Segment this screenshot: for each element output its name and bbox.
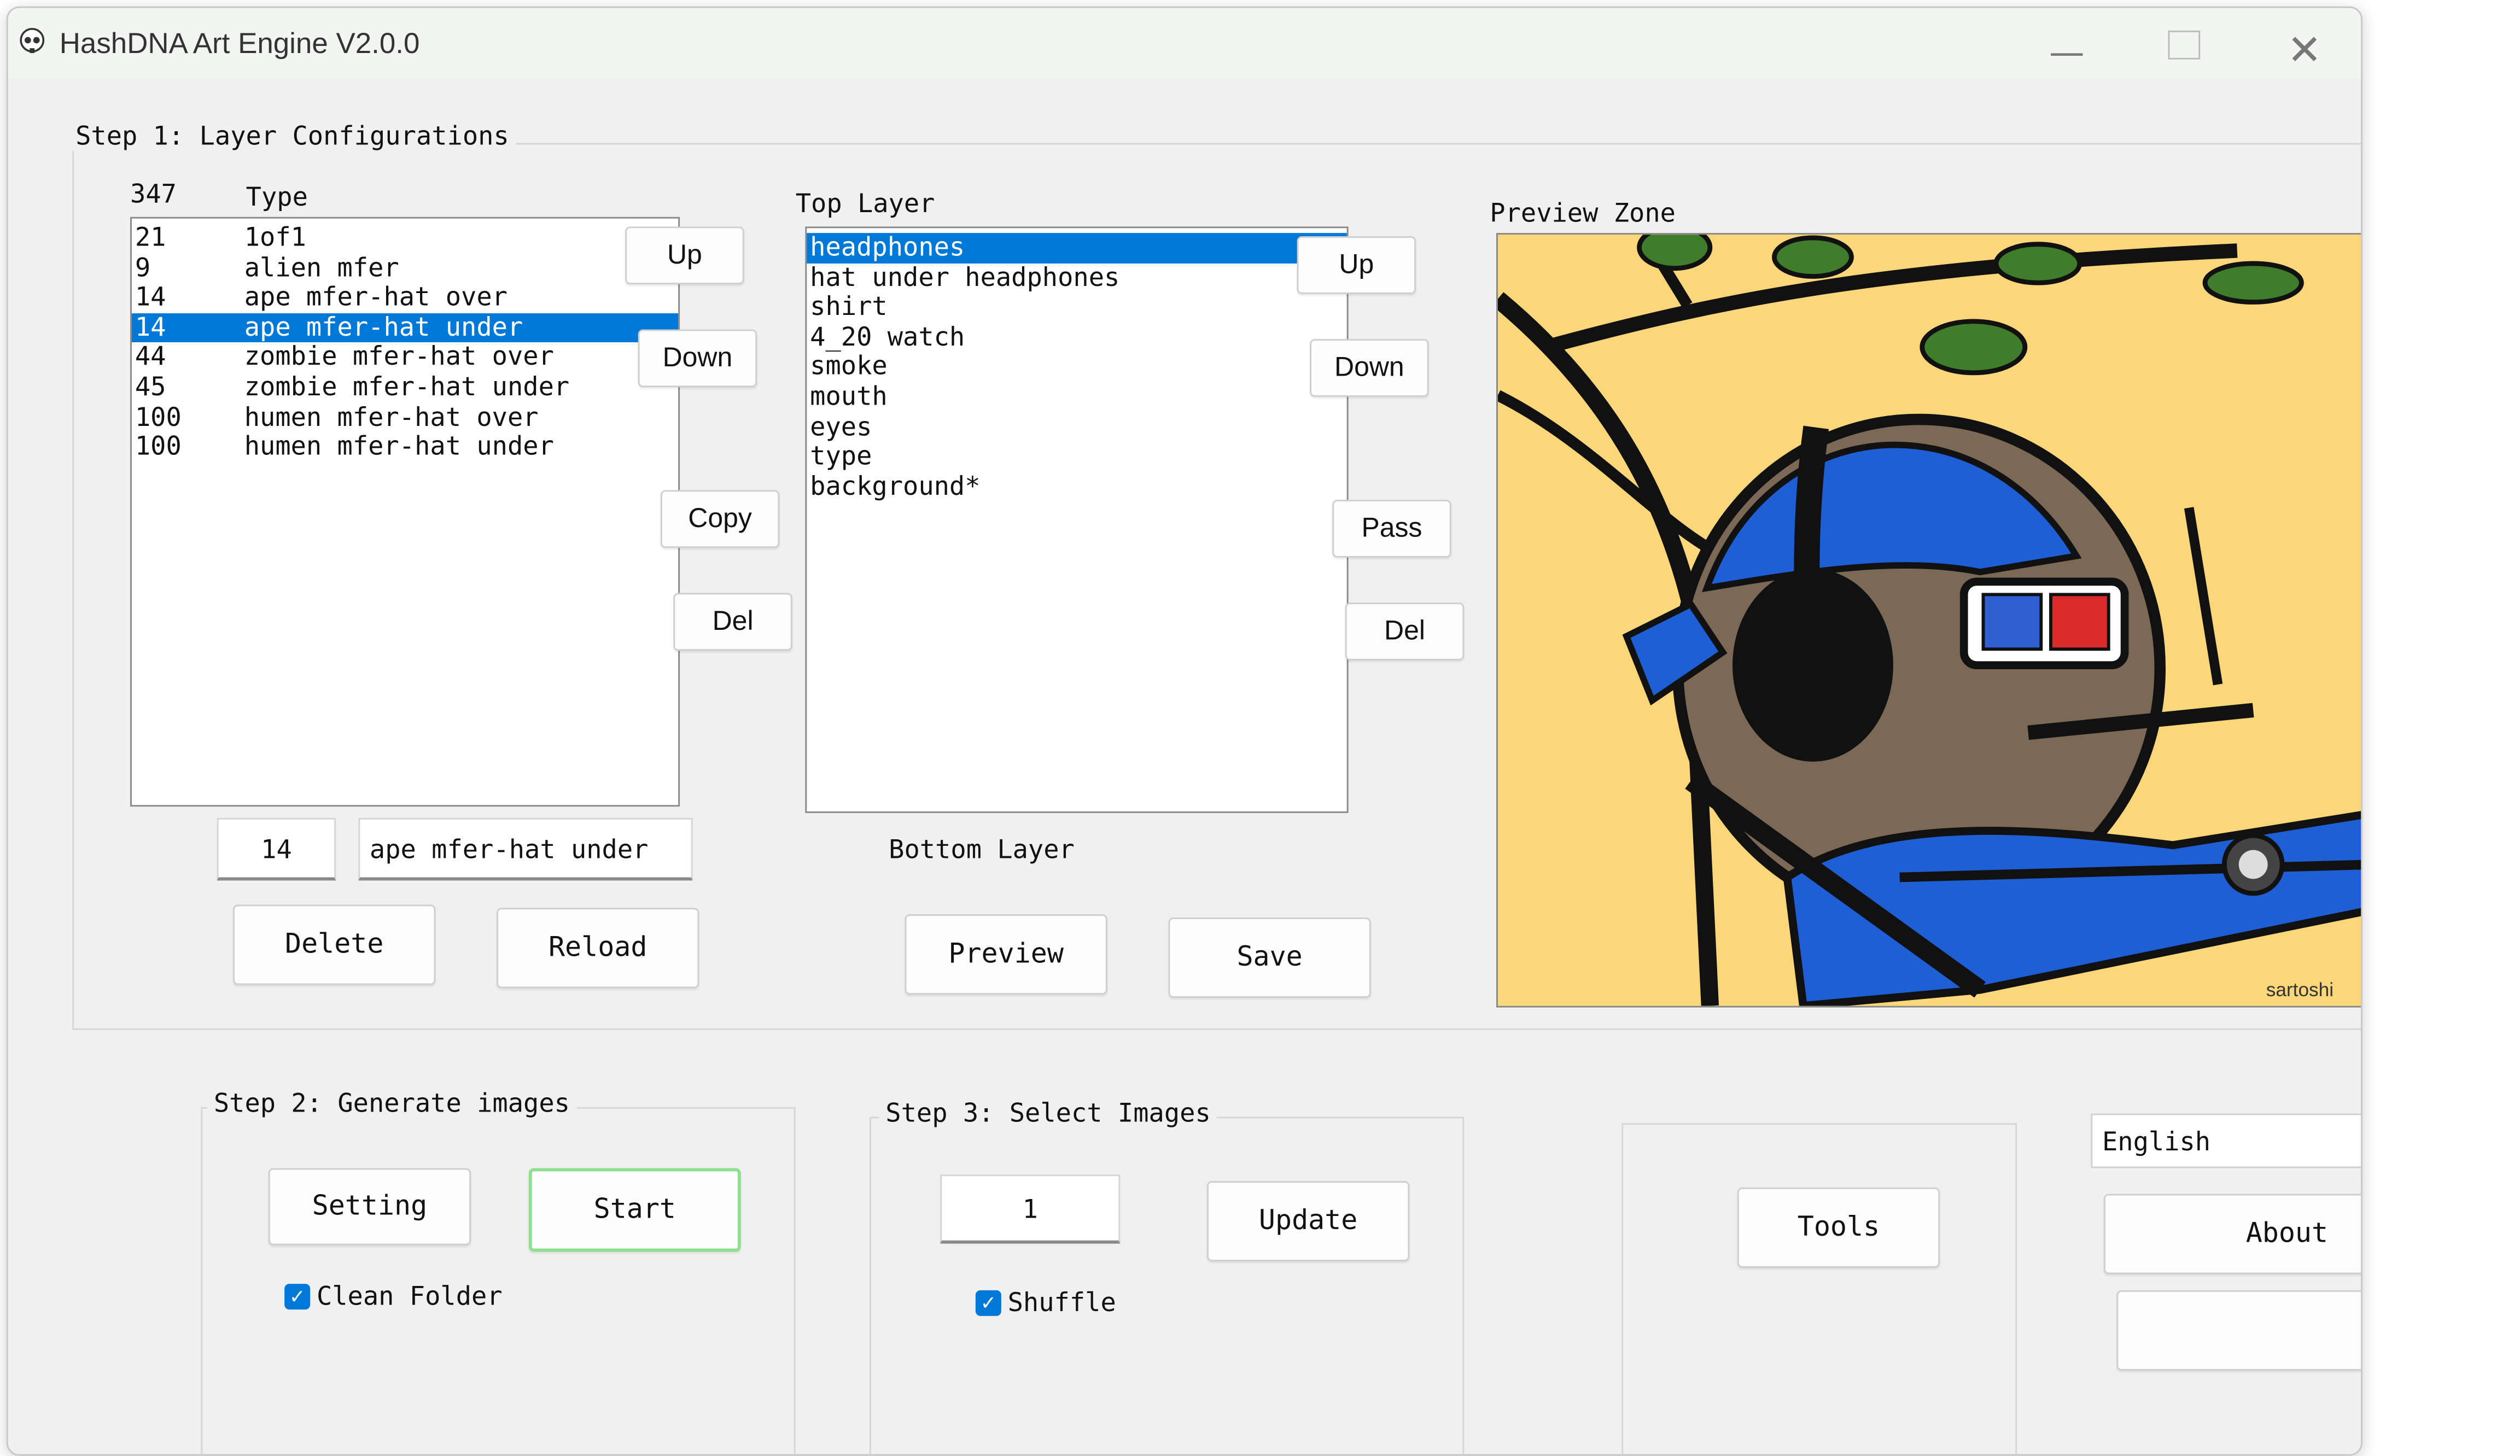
title-bar: HashDNA Art Engine V2.0.0 — ✕ [8,8,2361,79]
app-window: HashDNA Art Engine V2.0.0 — ✕ Step 1: La… [6,6,2363,1456]
list-item-label: zombie mfer-hat under [244,371,570,402]
list-item-count: 45 [135,371,166,402]
clean-folder-checkbox[interactable]: ✓ Clean Folder [284,1280,503,1312]
list-item[interactable]: 9 alien mfer [132,252,678,283]
screen-stage: HashDNA Art Engine V2.0.0 — ✕ Step 1: La… [0,0,2520,1456]
list-item-label: humen mfer-hat over [244,401,539,432]
artwork-signature: sartoshi [2266,979,2334,1001]
list-item[interactable]: 4_20 watch [807,321,1346,353]
setting-button[interactable]: Setting [268,1168,471,1246]
list-item[interactable]: 45 zombie mfer-hat under [132,371,678,403]
list-item-count: 21 [135,221,166,253]
type-name-field[interactable]: ape mfer-hat under [358,817,693,881]
list-item-label: alien mfer [244,252,399,283]
type-down-button[interactable]: Down [638,329,757,388]
shuffle-checkbox[interactable]: ✓ Shuffle [975,1287,1116,1318]
list-item-count: 100 [135,431,182,461]
list-item-label: ape mfer-hat under [244,311,523,342]
list-item[interactable]: 100 humen mfer-hat over [132,401,678,432]
type-list[interactable]: 21 1of1 9 alien mfer 14 ape mfer-hat over 14 ap… [130,217,680,807]
list-item[interactable]: 44 zombie mfer-hat over [132,341,678,373]
window-title: HashDNA Art Engine V2.0.0 [59,27,420,60]
reload-button[interactable]: Reload [497,908,699,989]
update-button[interactable]: Update [1207,1181,1410,1261]
about-button[interactable]: About [2103,1194,2361,1274]
bottom-layer-label: Bottom Layer [889,834,1075,865]
type-total-count: 347 [130,178,177,209]
list-item-count: 9 [135,252,151,283]
extra-button[interactable] [2116,1290,2361,1371]
step3-group [869,1116,1465,1454]
preview-button[interactable]: Preview [905,914,1107,995]
step3-title: Step 3: Select Images [879,1097,1217,1128]
preview-zone-label: Preview Zone [1490,197,1676,229]
list-item[interactable]: smoke [807,352,1346,383]
preview-zone: sartoshi [1496,233,2361,1008]
list-item[interactable]: background* [807,471,1346,502]
list-item-count: 44 [135,341,166,372]
list-item-label: zombie mfer-hat over [244,341,554,372]
type-count-value: 14 [261,833,292,864]
maximize-icon[interactable] [2168,30,2201,60]
type-header: Type [246,182,308,212]
preview-artwork-image: sartoshi [1497,235,2361,1006]
minimize-icon[interactable]: — [2049,34,2114,82]
language-select[interactable]: English ⌄ [2091,1113,2361,1168]
type-copy-button[interactable]: Copy [660,490,780,548]
step1-title: Step 1: Layer Configurations [69,120,516,151]
type-del-button[interactable]: Del [673,593,792,651]
list-item-label: humen mfer-hat under [244,431,554,461]
type-up-button[interactable]: Up [625,226,744,285]
clean-folder-label: Clean Folder [316,1280,503,1312]
image-number-field[interactable]: 1 [940,1174,1121,1244]
layer-pass-button[interactable]: Pass [1332,499,1451,558]
list-item-label: 1of1 [244,221,306,253]
list-item[interactable]: 21 1of1 [132,221,678,253]
checkbox-check-icon: ✓ [284,1283,311,1309]
layer-down-button[interactable]: Down [1310,339,1429,397]
save-button[interactable]: Save [1168,917,1371,998]
image-number-value: 1 [1022,1193,1038,1224]
list-item[interactable]: eyes [807,411,1346,442]
list-item[interactable]: mouth [807,382,1346,412]
tools-button[interactable]: Tools [1737,1187,1940,1268]
checkbox-check-icon: ✓ [975,1289,1001,1315]
delete-button[interactable]: Delete [233,904,436,985]
layer-up-button[interactable]: Up [1297,236,1416,294]
app-skull-icon [20,28,45,53]
list-item[interactable]: headphones [807,232,1347,263]
list-item-count: 14 [135,311,166,342]
close-icon[interactable]: ✕ [2287,27,2352,75]
type-name-value: ape mfer-hat under [369,833,649,864]
list-item[interactable]: shirt [807,292,1346,323]
list-item-count: 14 [135,281,166,312]
start-button[interactable]: Start [528,1168,741,1252]
list-item[interactable]: type [807,441,1346,472]
step2-title: Step 2: Generate images [207,1087,576,1119]
type-count-field[interactable]: 14 [217,817,336,881]
language-value: English [2102,1125,2211,1156]
shuffle-label: Shuffle [1007,1287,1116,1318]
list-item[interactable]: hat under headphones [807,262,1346,293]
list-item[interactable]: 14 ape mfer-hat over [132,281,678,313]
layer-del-button[interactable]: Del [1345,603,1465,660]
list-item-count: 100 [135,401,182,432]
list-item-label: ape mfer-hat over [244,281,508,312]
tools-group [1621,1123,2017,1454]
top-layer-label: Top Layer [795,188,935,219]
list-item[interactable]: 14 ape mfer-hat under [131,311,679,343]
layer-list[interactable]: headphones hat under headphones shirt 4_20 … [805,226,1349,814]
list-item[interactable]: 100 humen mfer-hat under [132,431,678,463]
